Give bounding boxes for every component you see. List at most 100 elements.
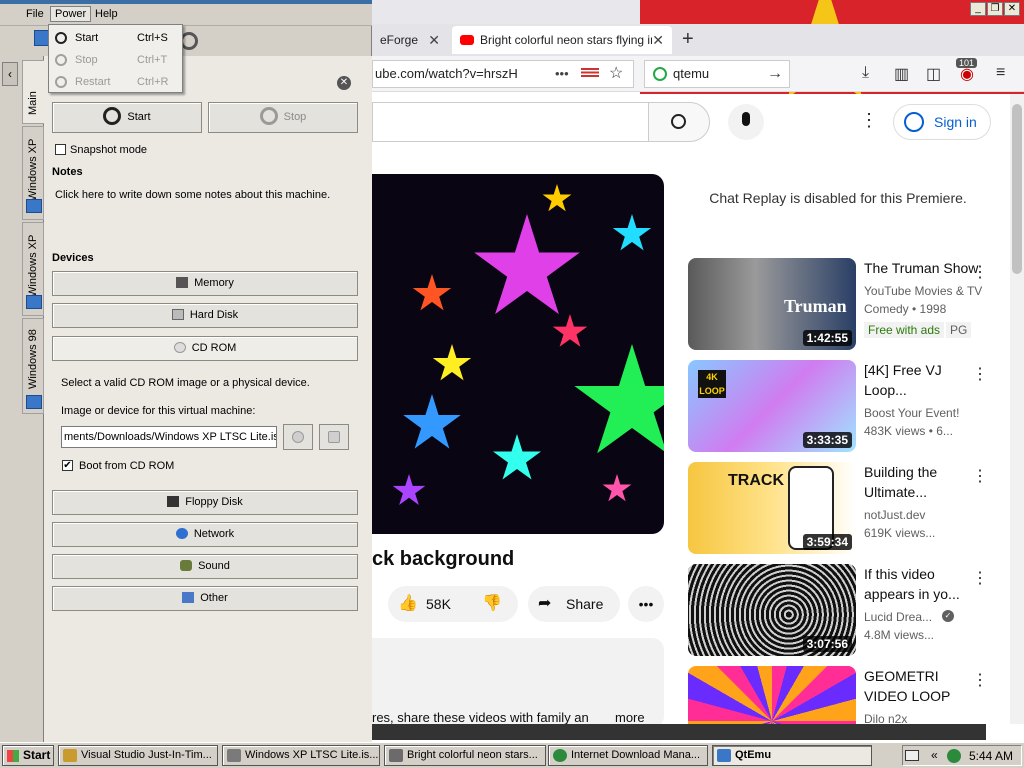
recommendation-channel[interactable]: Lucid Drea... — [864, 610, 932, 624]
like-button[interactable]: 👍 58K 👎 — [388, 586, 518, 622]
recommendation-channel[interactable]: notJust.dev — [864, 508, 925, 522]
menu-item-restart[interactable]: Restart Ctrl+R — [49, 71, 182, 93]
recommendation-menu-icon[interactable]: ⋮ — [972, 364, 988, 384]
tab-label: eForge — [380, 33, 419, 47]
stop-button[interactable]: Stop — [208, 102, 358, 133]
recommendation-channel[interactable]: Boost Your Event! — [864, 406, 959, 420]
tab-close-icon[interactable]: ✕ — [428, 32, 440, 49]
description-more-link[interactable]: more — [615, 710, 645, 725]
network-button[interactable]: Network — [52, 522, 358, 547]
windows-logo-icon — [7, 750, 19, 762]
thumbs-down-icon[interactable]: 👎 — [482, 586, 502, 622]
tab-strip: eForge ✕ Bright colorful neon stars flyi… — [372, 24, 1024, 56]
scrollbar-thumb[interactable] — [1012, 104, 1022, 274]
keyboard-icon[interactable] — [905, 750, 919, 761]
recommendation-item[interactable]: TRACK 3:59:34 Building the Ultimate... n… — [688, 462, 1008, 554]
close-tab-icon[interactable]: ✕ — [337, 76, 351, 90]
tab-youtube[interactable]: Bright colorful neon stars flying in ✕ — [452, 26, 672, 54]
tab-windows-xp-2[interactable]: Windows XP — [22, 222, 44, 316]
recommendation-item[interactable]: 4K LOOP 3:33:35 [4K] Free VJ Loop... Boo… — [688, 360, 1008, 452]
memory-button[interactable]: Memory — [52, 271, 358, 296]
sign-in-button[interactable]: Sign in — [893, 104, 991, 140]
tab-windows-xp-1[interactable]: Windows XP — [22, 126, 44, 220]
reader-icon[interactable]: ◫ — [926, 64, 941, 84]
recommendation-title[interactable]: If this video appears in yo... — [864, 564, 984, 604]
video-thumbnail[interactable]: 4K LOOP 3:33:35 — [688, 360, 856, 452]
hamburger-icon[interactable]: ≡ — [996, 64, 1005, 82]
new-tab-button[interactable]: + — [682, 28, 694, 51]
menu-help[interactable]: Help — [91, 7, 122, 21]
share-button[interactable]: ➦ Share — [528, 586, 620, 622]
recommendation-item[interactable]: 3:07:56 If this video appears in yo... L… — [688, 564, 1008, 656]
network-tray-icon[interactable] — [947, 749, 961, 763]
recommendation-title[interactable]: [4K] Free VJ Loop... — [864, 360, 984, 400]
browse-image-button[interactable] — [283, 424, 313, 450]
snapshot-checkbox[interactable] — [55, 144, 66, 155]
video-thumbnail[interactable]: TRACK 3:59:34 — [688, 462, 856, 554]
recommendation-channel[interactable]: YouTube Movies & TV — [864, 284, 982, 298]
recommendation-item[interactable]: GEOMETRI VIDEO LOOP Dilo n2x ⋮ — [688, 666, 1008, 724]
download-icon[interactable]: ⤓ — [862, 64, 869, 82]
tab-main[interactable]: Main — [22, 60, 44, 124]
menu-file[interactable]: File — [22, 7, 48, 21]
youtube-search-button[interactable] — [648, 102, 710, 142]
tab-close-icon[interactable]: ✕ — [652, 32, 664, 49]
menu-item-start[interactable]: Start Ctrl+S — [49, 27, 182, 49]
recommendation-title[interactable]: Building the Ultimate... — [864, 462, 984, 502]
vertical-scrollbar[interactable] — [1010, 94, 1024, 724]
tab-windows-98[interactable]: Windows 98 — [22, 318, 44, 414]
taskbar-item-label: Windows XP LTSC Lite.is... — [245, 749, 379, 761]
video-thumbnail[interactable]: Truman 1:42:55 — [688, 258, 856, 350]
recommendation-menu-icon[interactable]: ⋮ — [972, 670, 988, 690]
recommendation-menu-icon[interactable]: ⋮ — [972, 568, 988, 588]
cd-rom-label: CD ROM — [191, 342, 237, 354]
close-button[interactable]: ✕ — [1004, 2, 1020, 16]
taskbar-item-disc-image[interactable]: Windows XP LTSC Lite.is... — [222, 745, 380, 766]
bookmark-star-icon[interactable]: ☆ — [609, 61, 623, 87]
start-menu-button[interactable]: Start — [2, 745, 54, 766]
sound-button[interactable]: Sound — [52, 554, 358, 579]
video-player[interactable] — [372, 174, 664, 534]
start-label: Start — [127, 111, 151, 123]
horizontal-scrollbar[interactable] — [372, 724, 986, 740]
maximize-button[interactable]: ❐ — [987, 2, 1003, 16]
tray-expand-icon[interactable]: « — [931, 748, 938, 762]
video-thumbnail[interactable] — [688, 666, 856, 724]
notes-text[interactable]: Click here to write down some notes abou… — [55, 189, 355, 201]
go-arrow-icon[interactable]: → — [767, 61, 783, 87]
url-bar[interactable]: ube.com/watch?v=hrszH ••• ☆ — [372, 60, 634, 88]
video-thumbnail[interactable]: 3:07:56 — [688, 564, 856, 656]
iso-path-field[interactable]: ments/Downloads/Windows XP LTSC Lite.iso — [61, 426, 277, 448]
settings-menu-icon[interactable]: ⋮ — [860, 110, 878, 131]
recommendation-menu-icon[interactable]: ⋮ — [972, 466, 988, 486]
tab-eforge[interactable]: eForge ✕ — [372, 26, 448, 54]
boot-cd-checkbox[interactable]: ✔ — [62, 460, 73, 471]
voice-search-button[interactable] — [728, 104, 764, 140]
taskbar-item-idm[interactable]: Internet Download Mana... — [548, 745, 708, 766]
browse-device-button[interactable] — [319, 424, 349, 450]
collapse-arrow-icon[interactable]: ‹ — [2, 62, 18, 86]
taskbar-item-browser[interactable]: Bright colorful neon stars... — [384, 745, 546, 766]
page-actions-icon[interactable]: ••• — [555, 61, 569, 87]
taskbar-item-visual-studio[interactable]: Visual Studio Just-In-Tim... — [58, 745, 218, 766]
more-actions-button[interactable]: ••• — [628, 586, 664, 622]
menu-power[interactable]: Power — [50, 6, 92, 22]
menu-item-stop[interactable]: Stop Ctrl+T — [49, 49, 182, 71]
minimize-button[interactable]: _ — [970, 2, 986, 16]
cd-rom-button[interactable]: CD ROM — [52, 336, 358, 361]
search-input[interactable]: qtemu → — [644, 60, 790, 88]
hard-disk-button[interactable]: Hard Disk — [52, 303, 358, 328]
floppy-button[interactable]: Floppy Disk — [52, 490, 358, 515]
recommendation-title[interactable]: The Truman Show — [864, 258, 984, 278]
other-button[interactable]: Other — [52, 586, 358, 611]
youtube-search-input[interactable] — [372, 102, 648, 142]
recommendation-channel[interactable]: Dilo n2x — [864, 712, 907, 724]
recommendation-item[interactable]: Truman 1:42:55 The Truman Show YouTube M… — [688, 258, 1008, 350]
start-button[interactable]: Start — [52, 102, 202, 133]
menu-item-shortcut: Ctrl+S — [137, 32, 168, 44]
recommendation-title[interactable]: GEOMETRI VIDEO LOOP — [864, 666, 984, 706]
recommendation-menu-icon[interactable]: ⋮ — [972, 262, 988, 282]
like-count: 58K — [426, 596, 451, 612]
library-icon[interactable]: ▥ — [894, 64, 909, 84]
taskbar-item-qtemu[interactable]: QtEmu — [712, 745, 872, 766]
